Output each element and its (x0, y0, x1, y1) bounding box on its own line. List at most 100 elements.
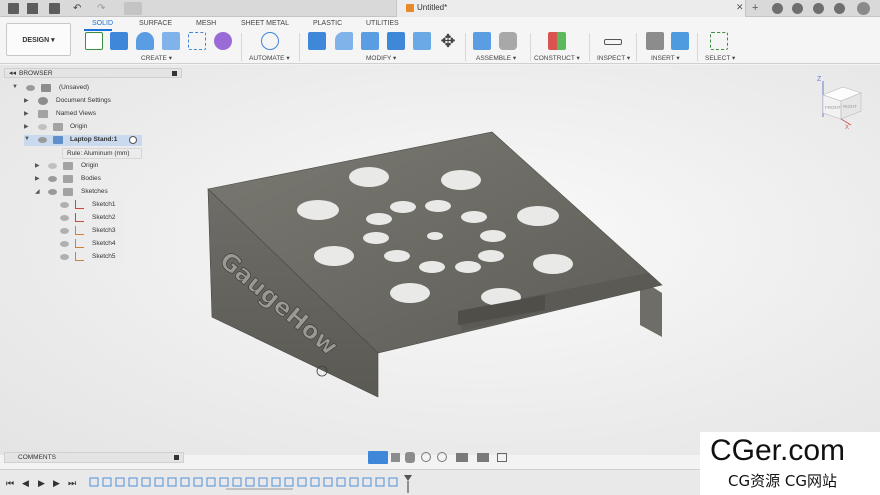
offset-plane-icon[interactable] (548, 32, 566, 50)
hole-icon[interactable] (162, 32, 180, 50)
avatar[interactable] (857, 2, 870, 15)
select-menu[interactable]: SELECT ▾ (705, 54, 735, 62)
construct-menu[interactable]: CONSTRUCT ▾ (534, 54, 580, 62)
joint-icon[interactable] (499, 32, 517, 50)
tree-row-named-views[interactable]: ▶ Named Views (24, 109, 182, 120)
look-at-icon[interactable] (391, 453, 400, 462)
tree-row-rule[interactable]: Rule: Aluminum (mm) (62, 148, 142, 159)
extensions-icon[interactable] (772, 3, 783, 14)
visibility-icon[interactable] (48, 176, 57, 182)
comments-panel[interactable]: COMMENTS (4, 452, 184, 463)
create-menu[interactable]: CREATE ▾ (141, 54, 172, 62)
press-pull-icon[interactable] (308, 32, 326, 50)
zoom-icon[interactable] (421, 452, 431, 462)
move-icon[interactable]: ✥ (439, 32, 457, 50)
expand-arrow-icon[interactable]: ▼ (12, 84, 18, 90)
document-tab[interactable] (396, 0, 746, 17)
home-icon[interactable] (124, 2, 142, 15)
pattern-icon[interactable] (188, 32, 206, 50)
close-tab-icon[interactable]: ✕ (736, 2, 744, 13)
workspace-switcher-button[interactable]: DESIGN ▾ (6, 23, 71, 56)
tab-utilities[interactable]: UTILITIES (366, 20, 399, 27)
tree-row-bodies[interactable]: ▶ Bodies (35, 174, 182, 185)
tab-mesh[interactable]: MESH (196, 20, 216, 27)
pin-icon[interactable] (174, 455, 179, 460)
visibility-icon[interactable] (26, 85, 35, 91)
select-icon[interactable] (710, 32, 728, 50)
shell-icon[interactable] (361, 32, 379, 50)
browser-header[interactable]: ◂◂ BROWSER (4, 68, 182, 78)
visibility-icon[interactable] (60, 215, 69, 221)
visibility-icon[interactable] (38, 124, 47, 130)
modify-menu[interactable]: MODIFY ▾ (366, 54, 396, 62)
step-back-icon[interactable]: ◀ (22, 478, 29, 489)
tab-surface[interactable]: SURFACE (139, 20, 172, 27)
tree-row-sketches[interactable]: ◢ Sketches (35, 187, 182, 198)
expand-arrow-icon[interactable]: ▶ (24, 110, 29, 117)
tree-row-sketch5[interactable]: Sketch5 (58, 252, 124, 263)
view-cube[interactable]: Z FRONT RIGHT X (815, 75, 865, 130)
notifications-icon[interactable] (813, 3, 824, 14)
new-tab-icon[interactable]: + (752, 3, 763, 14)
app-grid-icon[interactable] (8, 3, 19, 14)
tree-row-document-settings[interactable]: ▶ Document Settings (24, 96, 182, 107)
play-icon[interactable]: ▶ (38, 478, 45, 489)
inspect-menu[interactable]: INSPECT ▾ (597, 54, 630, 62)
revolve-icon[interactable] (136, 32, 154, 50)
undo-icon[interactable]: ↶ (73, 3, 84, 14)
tree-row-laptop-stand[interactable]: ▼ Laptop Stand:1 (24, 135, 142, 146)
tree-row-sketch2[interactable]: Sketch2 (58, 213, 124, 224)
automate-icon[interactable] (261, 32, 279, 50)
expand-arrow-icon[interactable]: ▶ (35, 162, 40, 169)
redo-icon[interactable]: ↷ (97, 3, 108, 14)
pin-icon[interactable] (172, 71, 177, 76)
tree-row-origin[interactable]: ▶ Origin (24, 122, 182, 133)
extrude-icon[interactable] (110, 32, 128, 50)
activate-radio-icon[interactable] (129, 136, 137, 144)
tree-row-root[interactable]: ▼ (Unsaved) (12, 83, 182, 94)
go-to-end-icon[interactable]: ⏭ (68, 478, 76, 489)
tab-solid[interactable]: SOLID (92, 20, 113, 27)
insert-menu[interactable]: INSERT ▾ (651, 54, 680, 62)
visibility-icon[interactable] (48, 163, 57, 169)
measure-icon[interactable] (604, 39, 622, 45)
file-menu-icon[interactable] (27, 3, 38, 14)
assemble-menu[interactable]: ASSEMBLE ▾ (476, 54, 516, 62)
visibility-icon[interactable] (60, 228, 69, 234)
save-icon[interactable] (49, 3, 60, 14)
tree-row-sketch3[interactable]: Sketch3 (58, 226, 124, 237)
tab-sheet-metal[interactable]: SHEET METAL (241, 20, 289, 27)
visibility-icon[interactable] (60, 202, 69, 208)
combine-icon[interactable] (387, 32, 405, 50)
automate-menu[interactable]: AUTOMATE ▾ (249, 54, 290, 62)
tree-row-sketch1[interactable]: Sketch1 (58, 200, 124, 211)
new-component-icon[interactable] (473, 32, 491, 50)
job-status-icon[interactable] (792, 3, 803, 14)
new-sketch-icon[interactable] (85, 32, 103, 50)
expand-arrow-icon[interactable]: ▶ (24, 123, 29, 130)
offset-face-icon[interactable] (413, 32, 431, 50)
fillet-icon[interactable] (335, 32, 353, 50)
help-icon[interactable] (834, 3, 845, 14)
insert-derive-icon[interactable] (646, 32, 664, 50)
tab-plastic[interactable]: PLASTIC (313, 20, 342, 27)
expand-arrow-icon[interactable]: ◢ (35, 188, 40, 195)
insert-image-icon[interactable] (671, 32, 689, 50)
collapse-icon[interactable]: ◂◂ (9, 69, 16, 77)
step-forward-icon[interactable]: ▶ (53, 478, 60, 489)
form-icon[interactable] (214, 32, 232, 50)
tree-row-sketch4[interactable]: Sketch4 (58, 239, 124, 250)
expand-arrow-icon[interactable]: ▼ (24, 136, 30, 142)
visibility-icon[interactable] (48, 189, 57, 195)
expand-arrow-icon[interactable]: ▶ (35, 175, 40, 182)
go-to-start-icon[interactable]: ⏮ (6, 478, 14, 489)
timeline-features[interactable] (88, 475, 418, 493)
tree-row-origin-sub[interactable]: ▶ Origin (35, 161, 182, 172)
display-settings-icon[interactable] (456, 453, 468, 462)
visibility-icon[interactable] (60, 241, 69, 247)
grid-settings-icon[interactable] (477, 453, 489, 462)
pan-icon[interactable] (405, 452, 415, 463)
viewports-icon[interactable] (497, 453, 507, 462)
expand-arrow-icon[interactable]: ▶ (24, 97, 29, 104)
orbit-icon[interactable] (368, 451, 388, 464)
